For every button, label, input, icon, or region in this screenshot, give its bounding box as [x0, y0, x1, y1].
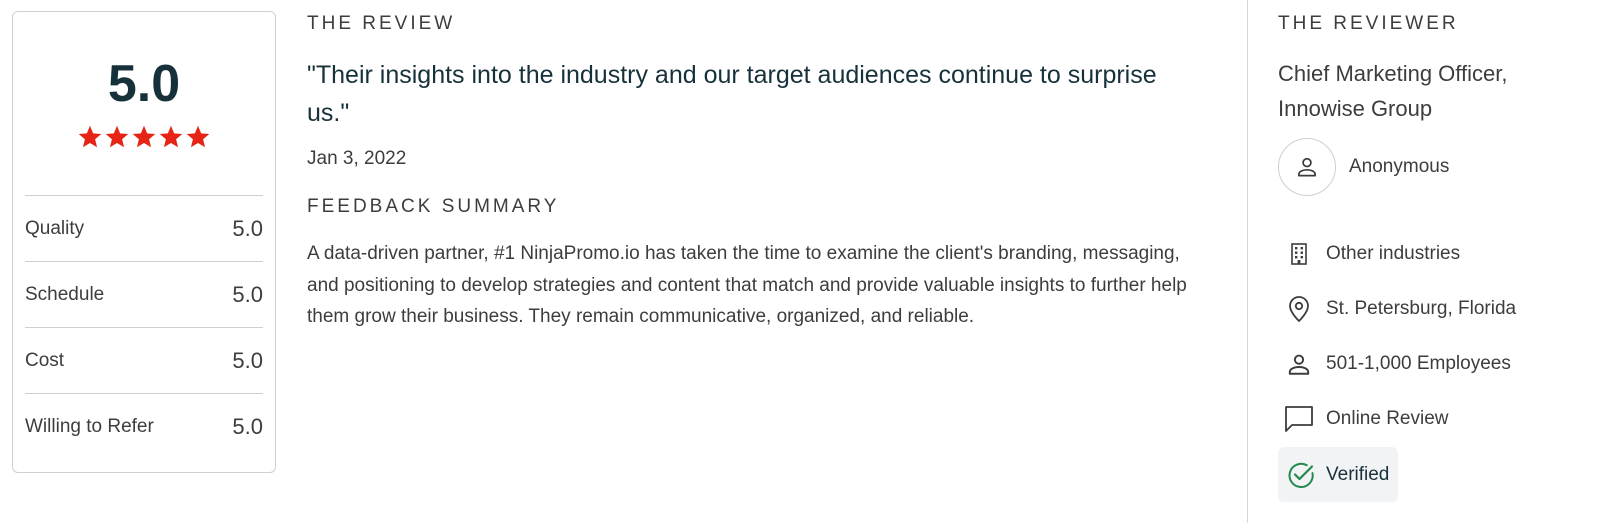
- feedback-summary-title: FEEDBACK SUMMARY: [307, 196, 560, 217]
- review-section-title: THE REVIEW: [307, 13, 456, 34]
- star-icon: [105, 125, 129, 148]
- star-icon: [186, 125, 210, 148]
- industry-label: Other industries: [1326, 243, 1461, 264]
- building-icon: [1282, 237, 1316, 271]
- review-type-label: Online Review: [1326, 408, 1449, 429]
- metric-value: 5.0: [232, 347, 263, 373]
- metric-value: 5.0: [232, 281, 263, 307]
- metric-row-quality: Quality 5.0: [25, 195, 263, 261]
- metric-label: Schedule: [25, 283, 105, 305]
- reviewer-review-type: Online Review: [1282, 402, 1449, 436]
- metric-value: 5.0: [232, 413, 263, 439]
- avatar: [1278, 138, 1336, 196]
- metric-row-willing-to-refer: Willing to Refer 5.0: [25, 393, 263, 459]
- star-icon: [132, 125, 156, 148]
- chat-bubble-icon: [1282, 402, 1316, 436]
- verified-label: Verified: [1326, 463, 1390, 485]
- review-date: Jan 3, 2022: [307, 148, 407, 169]
- reviewer-location: St. Petersburg, Florida: [1282, 292, 1516, 326]
- metric-value: 5.0: [232, 215, 263, 241]
- star-icon: [78, 125, 102, 148]
- check-circle-icon: [1284, 458, 1318, 492]
- metric-row-cost: Cost 5.0: [25, 327, 263, 393]
- reviewer-industry: Other industries: [1282, 237, 1460, 271]
- person-icon: [1298, 157, 1316, 177]
- metric-label: Cost: [25, 349, 65, 371]
- reviewer-company-size: 501-1,000 Employees: [1282, 347, 1511, 381]
- person-icon: [1282, 347, 1316, 381]
- reviewer-name: Anonymous: [1349, 156, 1450, 177]
- location-pin-icon: [1282, 292, 1316, 326]
- metric-label: Quality: [25, 217, 85, 239]
- star-rating: [13, 124, 275, 150]
- feedback-summary-text: A data-driven partner, #1 NinjaPromo.io …: [307, 243, 1187, 327]
- company-size-label: 501-1,000 Employees: [1326, 353, 1511, 374]
- reviewer-section-title: THE REVIEWER: [1278, 13, 1459, 34]
- column-divider: [1247, 0, 1248, 523]
- review-quote: "Their insights into the industry and ou…: [307, 61, 1157, 127]
- reviewer-title: Chief Marketing Officer, Innowise Group: [1278, 61, 1508, 121]
- star-icon: [159, 125, 183, 148]
- rating-card: 5.0 Quality 5.0 Schedule 5.0 Cost 5.0 Wi…: [12, 11, 276, 473]
- overall-rating: 5.0: [107, 55, 181, 113]
- rating-breakdown: Quality 5.0 Schedule 5.0 Cost 5.0 Willin…: [25, 195, 263, 459]
- reviewer-identity: Anonymous: [1278, 138, 1449, 196]
- metric-row-schedule: Schedule 5.0: [25, 261, 263, 327]
- verified-badge: Verified: [1278, 447, 1398, 502]
- metric-label: Willing to Refer: [25, 415, 154, 437]
- location-label: St. Petersburg, Florida: [1326, 298, 1517, 319]
